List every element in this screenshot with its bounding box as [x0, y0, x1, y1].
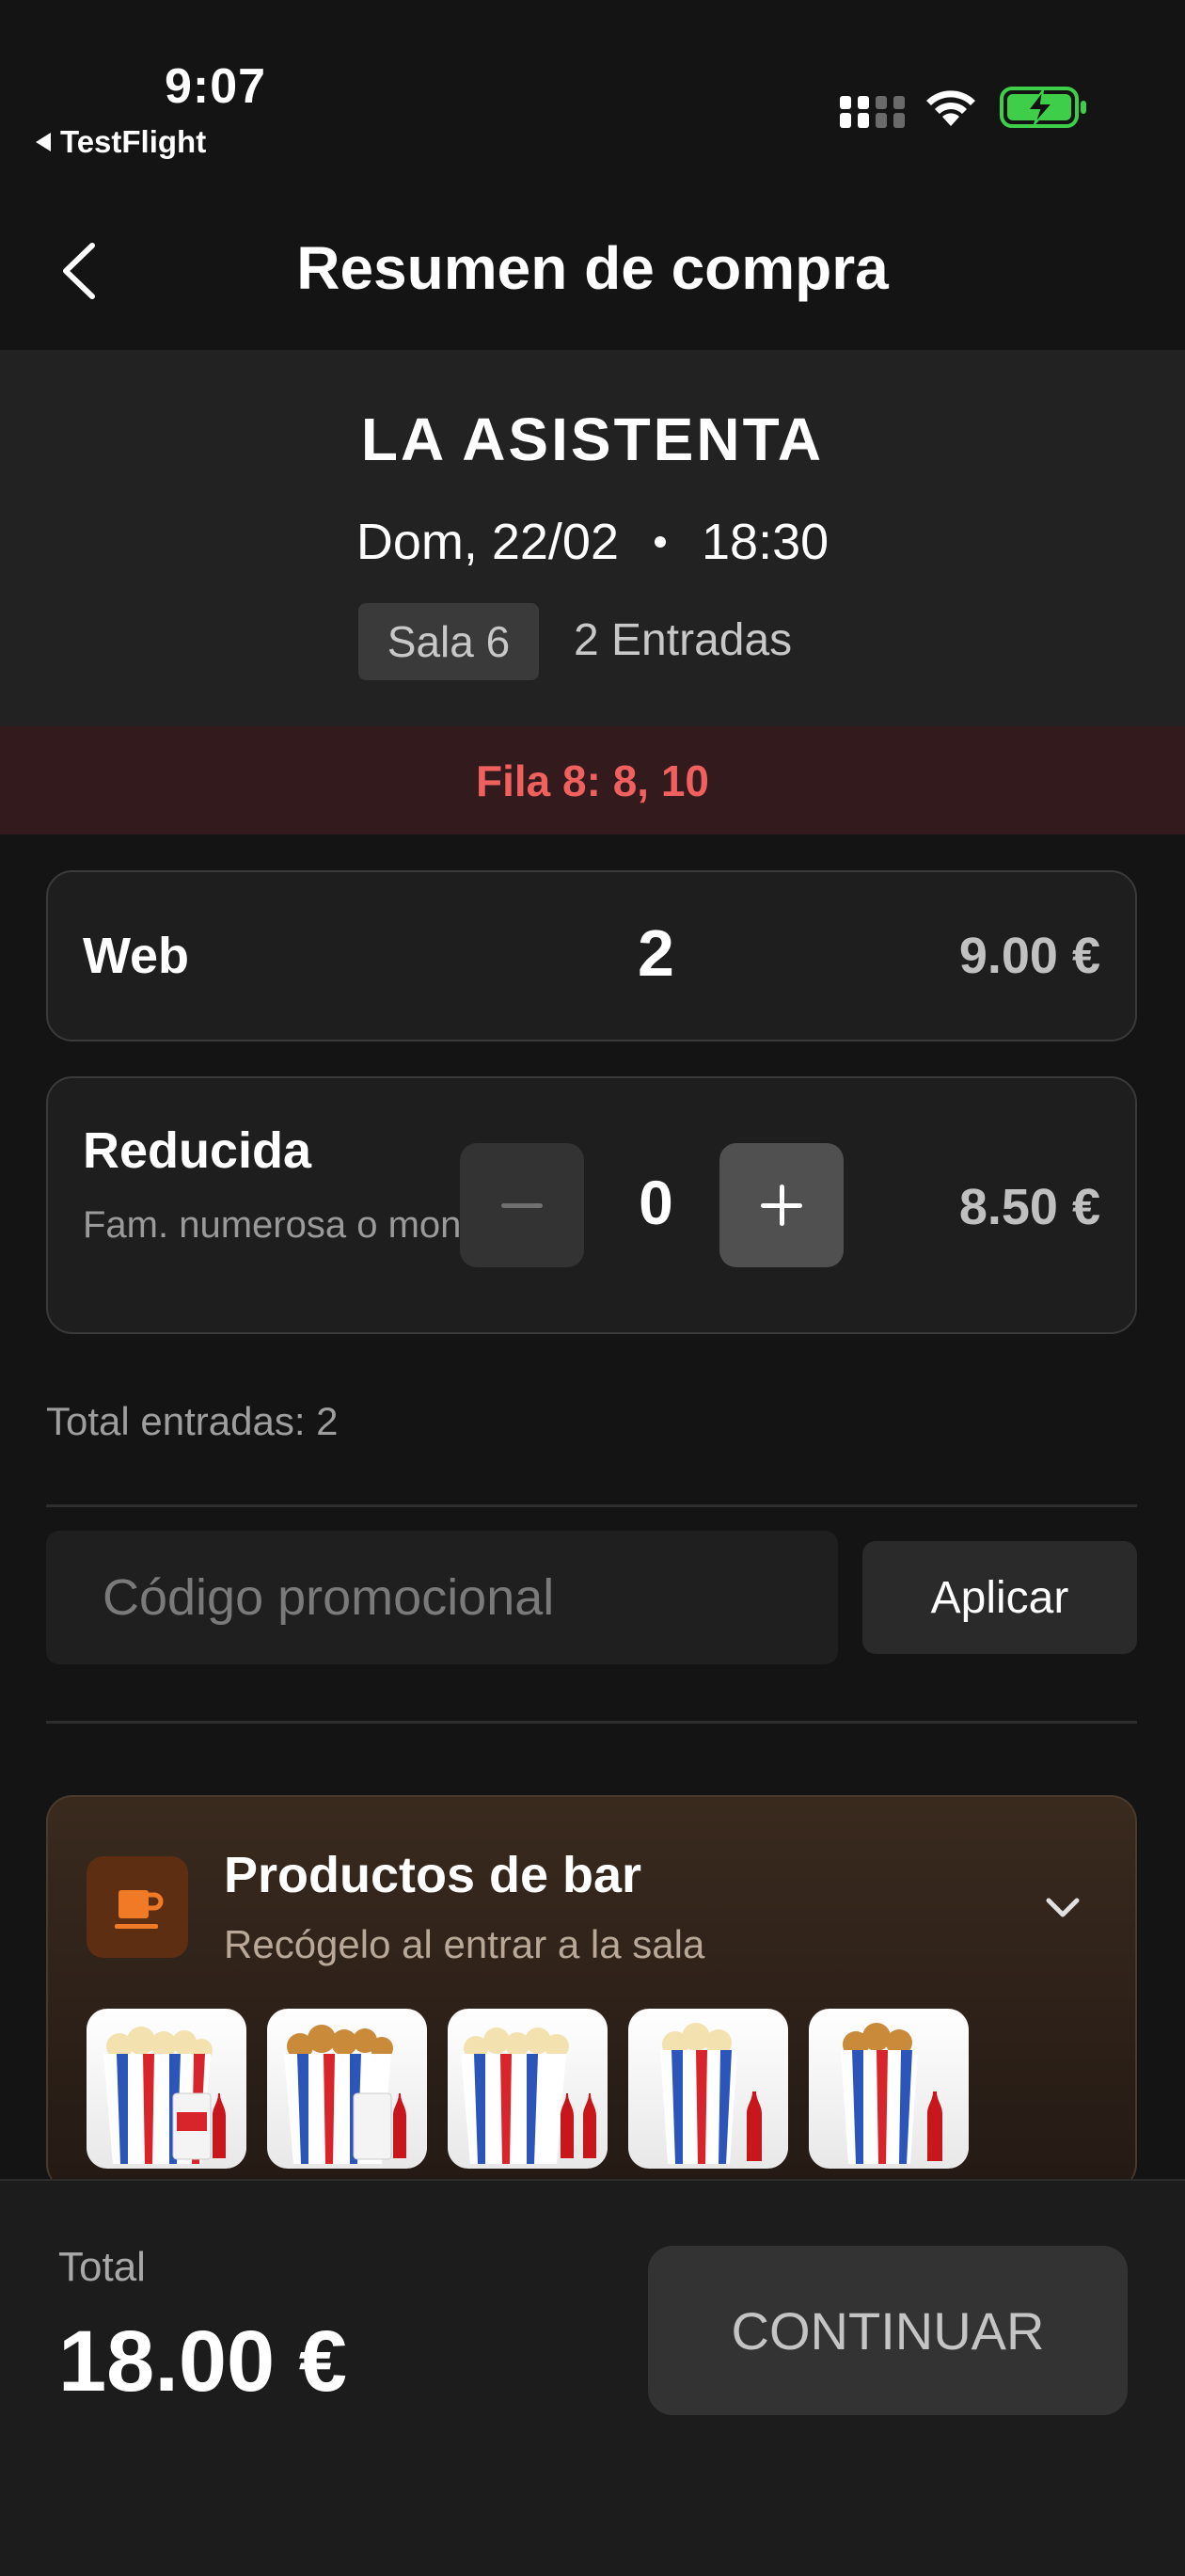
total-amount: 18.00 €: [58, 2314, 347, 2409]
movie-title: LA ASISTENTA: [360, 405, 825, 473]
divider: [46, 1721, 1137, 1724]
bar-products-subtitle: Recógelo al entrar a la sala: [224, 1922, 705, 1966]
battery-charging-icon: [1000, 87, 1086, 128]
divider: [46, 1504, 1137, 1507]
ticket-name: Reducida: [83, 1122, 312, 1179]
back-to-testflight[interactable]: TestFlight: [36, 124, 206, 160]
selected-seats: Fila 8: 8, 10: [0, 726, 1185, 835]
wifi-icon: [926, 90, 975, 126]
separator-dot: [655, 536, 666, 548]
total-label: Total: [58, 2244, 146, 2290]
movie-time: 18:30: [702, 514, 830, 570]
page-title: Resumen de compra: [296, 234, 889, 302]
movie-datetime: Dom, 22/02 18:30: [0, 513, 1185, 571]
ticket-name: Web: [83, 928, 190, 984]
continue-button[interactable]: CONTINUAR: [648, 2246, 1128, 2415]
coffee-cup-glyph: [115, 1890, 164, 1929]
minus-icon: [501, 1202, 543, 1208]
ticket-price: 8.50 €: [958, 1179, 1100, 1235]
ticket-price: 9.00 €: [958, 928, 1100, 984]
total-tickets: Total entradas: 2: [46, 1399, 339, 1443]
popcorn-combo-icon[interactable]: [628, 2009, 788, 2169]
room-badge: Sala 6: [358, 603, 539, 680]
status-time: 9:07: [165, 59, 267, 114]
apply-promo-button[interactable]: Aplicar: [862, 1541, 1137, 1654]
coffee-cup-icon: [87, 1856, 188, 1958]
promo-code-input[interactable]: [46, 1531, 838, 1664]
popcorn-combo-icon[interactable]: [448, 2009, 608, 2169]
popcorn-combo-image: [841, 2023, 942, 2164]
bar-products-title: Productos de bar: [224, 1847, 642, 1903]
popcorn-combo-image: [660, 2023, 762, 2164]
popcorn-combo-image: [461, 2027, 596, 2164]
popcorn-combo-image: [284, 2025, 406, 2164]
ticket-quantity: 2: [638, 916, 674, 990]
popcorn-combo-icon[interactable]: [267, 2009, 427, 2169]
ticket-description: Fam. numerosa o monoparental, -18...: [83, 1204, 459, 1246]
ticket-quantity: 0: [639, 1168, 673, 1237]
movie-date: Dom, 22/02: [356, 514, 619, 570]
increase-quantity-button[interactable]: [719, 1143, 844, 1267]
back-triangle-icon: [36, 133, 51, 151]
cellular-signal-icon: [840, 96, 905, 128]
back-app-label: TestFlight: [60, 124, 207, 159]
popcorn-combo-image: [103, 2027, 226, 2164]
chevron-down-icon[interactable]: [1039, 1889, 1086, 1927]
popcorn-combo-icon[interactable]: [809, 2009, 969, 2169]
popcorn-combo-icon[interactable]: [87, 2009, 246, 2169]
plus-icon-vertical: [779, 1185, 784, 1226]
tickets-count: 2 Entradas: [574, 615, 793, 665]
decrease-quantity-button[interactable]: [460, 1143, 584, 1267]
